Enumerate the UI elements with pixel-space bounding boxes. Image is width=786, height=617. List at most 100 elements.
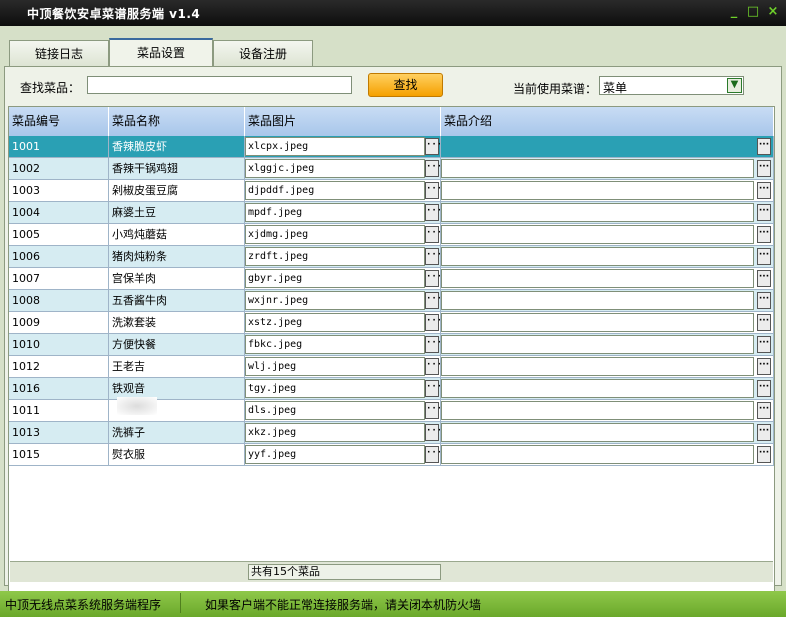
cell-name[interactable]: 宫保羊肉: [109, 268, 245, 290]
intro-field[interactable]: [441, 357, 754, 376]
cell-image[interactable]: gbyr.jpeg ···: [245, 268, 441, 290]
edit-intro-button[interactable]: ···: [757, 138, 771, 155]
column-header-id[interactable]: 菜品编号: [9, 107, 109, 136]
cell-id[interactable]: 1003: [9, 180, 109, 202]
cell-image[interactable]: dls.jpeg ···: [245, 400, 441, 422]
cell-name[interactable]: 熨衣服: [109, 444, 245, 466]
cell-id[interactable]: 1010: [9, 334, 109, 356]
browse-image-button[interactable]: ···: [425, 380, 440, 397]
cell-intro[interactable]: ···: [441, 268, 774, 290]
cell-image[interactable]: djpddf.jpeg ···: [245, 180, 441, 202]
cell-image[interactable]: tgy.jpeg ···: [245, 378, 441, 400]
edit-intro-button[interactable]: ···: [757, 160, 771, 177]
edit-intro-button[interactable]: ···: [757, 226, 771, 243]
cell-image[interactable]: xkz.jpeg ···: [245, 422, 441, 444]
browse-image-button[interactable]: ···: [425, 424, 440, 441]
intro-field[interactable]: [441, 181, 754, 200]
cell-name[interactable]: 麻婆土豆: [109, 202, 245, 224]
cell-image[interactable]: xlcpx.jpeg ···: [245, 136, 441, 158]
tab-dish-settings[interactable]: 菜品设置: [109, 38, 213, 66]
cell-image[interactable]: zrdft.jpeg ···: [245, 246, 441, 268]
cell-id[interactable]: 1015: [9, 444, 109, 466]
intro-field[interactable]: [441, 291, 754, 310]
intro-field[interactable]: [441, 159, 754, 178]
table-row[interactable]: 1002 香辣干锅鸡翅 xlggjc.jpeg ··· ···: [9, 158, 774, 180]
edit-intro-button[interactable]: ···: [757, 380, 771, 397]
cell-intro[interactable]: ···: [441, 202, 774, 224]
search-button[interactable]: 查找: [368, 73, 443, 97]
image-filename-field[interactable]: mpdf.jpeg: [245, 203, 425, 222]
cell-intro[interactable]: ···: [441, 378, 774, 400]
image-filename-field[interactable]: fbkc.jpeg: [245, 335, 425, 354]
table-row[interactable]: 1001 香辣脆皮虾 xlcpx.jpeg ··· ···: [9, 136, 774, 158]
browse-image-button[interactable]: ···: [425, 204, 440, 221]
edit-intro-button[interactable]: ···: [757, 336, 771, 353]
close-icon[interactable]: ×: [765, 4, 781, 20]
table-row[interactable]: 1015 熨衣服 yyf.jpeg ··· ···: [9, 444, 774, 466]
cell-id[interactable]: 1007: [9, 268, 109, 290]
cell-id[interactable]: 1012: [9, 356, 109, 378]
cell-intro[interactable]: ···: [441, 444, 774, 466]
intro-field[interactable]: [441, 137, 754, 156]
cell-name[interactable]: 香辣干锅鸡翅: [109, 158, 245, 180]
cell-name[interactable]: 小鸡炖蘑菇: [109, 224, 245, 246]
table-row[interactable]: 1009 洗漱套装 xstz.jpeg ··· ···: [9, 312, 774, 334]
cell-intro[interactable]: ···: [441, 312, 774, 334]
intro-field[interactable]: [441, 203, 754, 222]
cell-name[interactable]: 洗裤子: [109, 422, 245, 444]
edit-intro-button[interactable]: ···: [757, 446, 771, 463]
browse-image-button[interactable]: ···: [425, 292, 440, 309]
cell-image[interactable]: xlggjc.jpeg ···: [245, 158, 441, 180]
intro-field[interactable]: [441, 423, 754, 442]
cell-id[interactable]: 1013: [9, 422, 109, 444]
intro-field[interactable]: [441, 247, 754, 266]
edit-intro-button[interactable]: ···: [757, 402, 771, 419]
browse-image-button[interactable]: ···: [425, 402, 440, 419]
edit-intro-button[interactable]: ···: [757, 270, 771, 287]
cell-intro[interactable]: ···: [441, 136, 774, 158]
cell-name[interactable]: 方便快餐: [109, 334, 245, 356]
cell-id[interactable]: 1009: [9, 312, 109, 334]
image-filename-field[interactable]: wlj.jpeg: [245, 357, 425, 376]
column-header-intro[interactable]: 菜品介绍: [441, 107, 774, 136]
column-header-name[interactable]: 菜品名称: [109, 107, 245, 136]
intro-field[interactable]: [441, 269, 754, 288]
table-row[interactable]: 1004 麻婆土豆 mpdf.jpeg ··· ···: [9, 202, 774, 224]
minimize-icon[interactable]: _: [726, 4, 742, 20]
cell-image[interactable]: xstz.jpeg ···: [245, 312, 441, 334]
edit-intro-button[interactable]: ···: [757, 424, 771, 441]
intro-field[interactable]: [441, 313, 754, 332]
cell-id[interactable]: 1016: [9, 378, 109, 400]
intro-field[interactable]: [441, 225, 754, 244]
edit-intro-button[interactable]: ···: [757, 204, 771, 221]
browse-image-button[interactable]: ···: [425, 138, 440, 155]
cell-intro[interactable]: ···: [441, 290, 774, 312]
chevron-down-icon[interactable]: ▼: [727, 78, 742, 93]
cell-name[interactable]: 五香酱牛肉: [109, 290, 245, 312]
cell-intro[interactable]: ···: [441, 422, 774, 444]
browse-image-button[interactable]: ···: [425, 358, 440, 375]
maximize-icon[interactable]: □: [745, 4, 761, 20]
image-filename-field[interactable]: xlggjc.jpeg: [245, 159, 425, 178]
browse-image-button[interactable]: ···: [425, 446, 440, 463]
browse-image-button[interactable]: ···: [425, 336, 440, 353]
edit-intro-button[interactable]: ···: [757, 182, 771, 199]
table-row[interactable]: 1005 小鸡炖蘑菇 xjdmg.jpeg ··· ···: [9, 224, 774, 246]
image-filename-field[interactable]: djpddf.jpeg: [245, 181, 425, 200]
current-menu-select[interactable]: 菜单 ▼: [599, 76, 744, 95]
table-row[interactable]: 1007 宫保羊肉 gbyr.jpeg ··· ···: [9, 268, 774, 290]
cell-image[interactable]: yyf.jpeg ···: [245, 444, 441, 466]
intro-field[interactable]: [441, 379, 754, 398]
image-filename-field[interactable]: wxjnr.jpeg: [245, 291, 425, 310]
table-row[interactable]: 1008 五香酱牛肉 wxjnr.jpeg ··· ···: [9, 290, 774, 312]
browse-image-button[interactable]: ···: [425, 160, 440, 177]
image-filename-field[interactable]: yyf.jpeg: [245, 445, 425, 464]
cell-id[interactable]: 1004: [9, 202, 109, 224]
cell-id[interactable]: 1006: [9, 246, 109, 268]
cell-id[interactable]: 1001: [9, 136, 109, 158]
table-row[interactable]: 1010 方便快餐 fbkc.jpeg ··· ···: [9, 334, 774, 356]
cell-intro[interactable]: ···: [441, 334, 774, 356]
image-filename-field[interactable]: xlcpx.jpeg: [245, 137, 425, 156]
intro-field[interactable]: [441, 335, 754, 354]
image-filename-field[interactable]: xkz.jpeg: [245, 423, 425, 442]
